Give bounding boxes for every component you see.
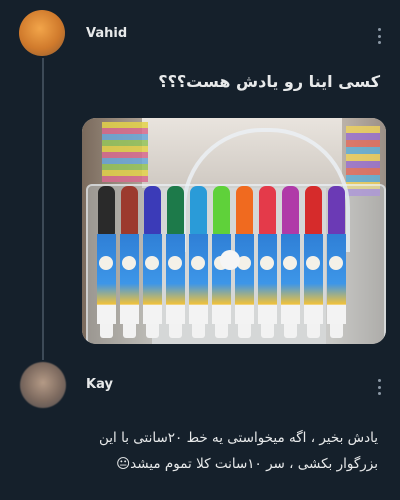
marker-cap — [144, 186, 161, 236]
marker-end — [238, 324, 251, 338]
marker-cap — [190, 186, 207, 236]
cartoon-face — [329, 256, 343, 270]
cartoon-face — [283, 256, 297, 270]
marker — [119, 186, 140, 340]
marker-cap — [213, 186, 230, 236]
marker-end — [307, 324, 320, 338]
marker-end — [192, 324, 205, 338]
marker-body — [327, 234, 346, 324]
tweet-text-line: بزرگوار بکشی ، سر ۱۰سانت کلا تموم میشد😐 — [116, 456, 378, 472]
avatar[interactable] — [20, 362, 66, 408]
thread-connector-line — [42, 58, 44, 360]
marker — [142, 186, 163, 340]
marker — [326, 186, 347, 340]
marker-end — [123, 324, 136, 338]
shelf-products — [102, 122, 148, 182]
marker — [303, 186, 324, 340]
tweet-text: یادش بخیر ، اگه میخواستی یه خط ۲۰سانتی ب… — [78, 425, 378, 477]
cartoon-face — [145, 256, 159, 270]
marker-body — [166, 234, 185, 324]
marker-cap — [121, 186, 138, 236]
marker — [188, 186, 209, 340]
marker-end — [330, 324, 343, 338]
bag-snap-button — [220, 250, 240, 270]
marker — [280, 186, 301, 340]
marker-body — [143, 234, 162, 324]
marker-body — [120, 234, 139, 324]
marker-body — [212, 234, 231, 324]
marker-cap — [98, 186, 115, 236]
marker-body — [281, 234, 300, 324]
marker-end — [215, 324, 228, 338]
more-options-icon[interactable] — [377, 379, 381, 395]
username[interactable]: Vahid — [86, 26, 127, 41]
more-options-icon[interactable] — [377, 28, 381, 44]
marker-end — [146, 324, 159, 338]
marker-cap — [328, 186, 345, 236]
marker — [257, 186, 278, 340]
tweet-image[interactable] — [82, 118, 386, 344]
marker-end — [261, 324, 274, 338]
cartoon-face — [260, 256, 274, 270]
marker-cap — [236, 186, 253, 236]
marker — [96, 186, 117, 340]
marker-cap — [282, 186, 299, 236]
tweet-text: کسی اینا رو یادش هست؟؟؟ — [158, 72, 380, 91]
cartoon-face — [99, 256, 113, 270]
marker-end — [284, 324, 297, 338]
marker-cap — [167, 186, 184, 236]
marker-body — [189, 234, 208, 324]
cartoon-face — [168, 256, 182, 270]
marker-cap — [305, 186, 322, 236]
cartoon-face — [191, 256, 205, 270]
marker-body — [304, 234, 323, 324]
marker-cap — [259, 186, 276, 236]
avatar[interactable] — [19, 10, 65, 56]
marker-body — [258, 234, 277, 324]
marker-end — [100, 324, 113, 338]
marker-body — [97, 234, 116, 324]
tweet-text-line: یادش بخیر ، اگه میخواستی یه خط ۲۰سانتی ب… — [99, 430, 378, 446]
marker-end — [169, 324, 182, 338]
marker-body — [235, 234, 254, 324]
username[interactable]: Kay — [86, 377, 113, 392]
cartoon-face — [306, 256, 320, 270]
cartoon-face — [122, 256, 136, 270]
marker — [165, 186, 186, 340]
